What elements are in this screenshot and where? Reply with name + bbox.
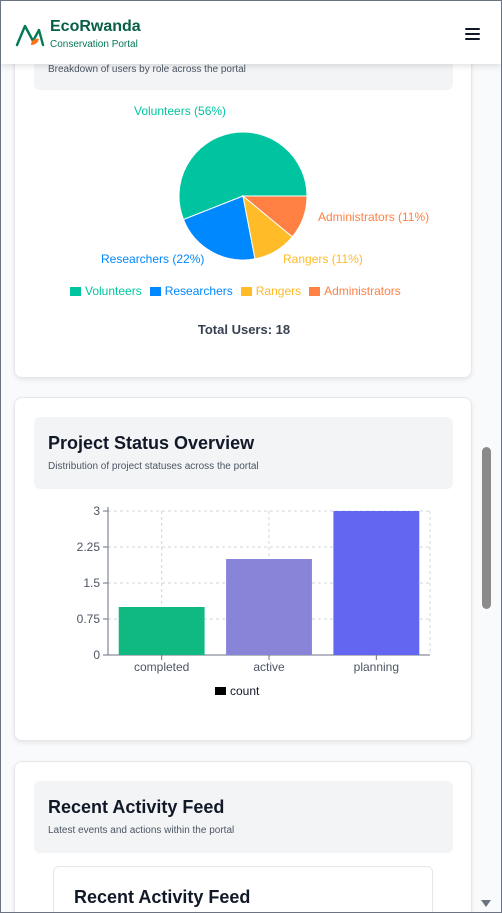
- legend-swatch: [309, 286, 321, 296]
- scroll-down-arrow-icon[interactable]: [481, 900, 491, 908]
- pie-label-volunteers: Volunteers (56%): [134, 104, 227, 118]
- mountain-leaf-icon[interactable]: [15, 21, 45, 49]
- bar-completed[interactable]: [118, 607, 205, 655]
- app-frame: EcoRwanda Conservation Portal Breakdown …: [0, 0, 502, 913]
- legend-swatch: [215, 687, 226, 695]
- y-tick-label: 2.25: [77, 540, 101, 554]
- x-tick-label: planning: [354, 660, 399, 674]
- legend-swatch: [240, 286, 252, 296]
- legend-swatch: [70, 286, 81, 296]
- user-roles-card: Breakdown of users by role across the po…: [14, 32, 472, 378]
- pie-label-researchers: Researchers (22%): [101, 252, 205, 266]
- legend-swatch: [149, 286, 161, 296]
- legend-item-volunteers[interactable]: Volunteers: [70, 284, 142, 298]
- activity-feed-panel: Recent Activity Feed: [53, 866, 433, 912]
- legend-label: Administrators: [324, 284, 401, 298]
- legend-label: count: [230, 684, 260, 698]
- legend-label: Researchers: [164, 284, 233, 298]
- pie-legend: Volunteers Researchers Rangers Administr…: [70, 284, 403, 298]
- pie-label-rangers: Rangers (11%): [283, 252, 363, 266]
- activity-feed-title: Recent Activity Feed: [74, 887, 251, 907]
- bar-active[interactable]: [226, 559, 312, 655]
- bar-planning[interactable]: [333, 511, 420, 655]
- recent-activity-subtitle: Latest events and actions within the por…: [48, 825, 235, 836]
- legend-label: Rangers: [255, 284, 302, 298]
- y-tick-label: 0: [93, 648, 100, 662]
- scrollbar-thumb[interactable]: [482, 447, 491, 609]
- total-users: Total Users: 18: [197, 322, 291, 337]
- y-tick-label: 3: [93, 504, 100, 518]
- project-status-card: Project Status Overview Distribution of …: [14, 397, 472, 741]
- recent-activity-title: Recent Activity Feed: [48, 797, 225, 817]
- brand-name[interactable]: EcoRwanda: [50, 18, 141, 36]
- top-header: EcoRwanda Conservation Portal: [1, 1, 501, 64]
- legend-item-administrators[interactable]: Administrators: [309, 284, 401, 298]
- legend-item-rangers[interactable]: Rangers: [240, 284, 302, 298]
- x-tick-label: completed: [134, 660, 189, 674]
- project-status-bar-chart: 0 0.75 1.5 2.25 3 completed active planning: [77, 504, 431, 674]
- pie-label-administrators: Administrators (11%): [318, 210, 430, 224]
- user-roles-pie-chart: [178, 131, 308, 261]
- recent-activity-card: Recent Activity Feed Latest events and a…: [14, 761, 472, 912]
- x-tick-label: active: [253, 660, 285, 674]
- legend-item-researchers[interactable]: Researchers: [149, 284, 233, 298]
- bar-legend[interactable]: count: [215, 684, 259, 698]
- brand-subtitle: Conservation Portal: [50, 39, 138, 50]
- hamburger-menu-icon[interactable]: [462, 23, 484, 43]
- legend-label: Volunteers: [85, 284, 142, 298]
- recent-activity-card-header: Recent Activity Feed Latest events and a…: [34, 781, 453, 853]
- y-tick-label: 0.75: [77, 612, 101, 626]
- y-tick-label: 1.5: [83, 576, 100, 590]
